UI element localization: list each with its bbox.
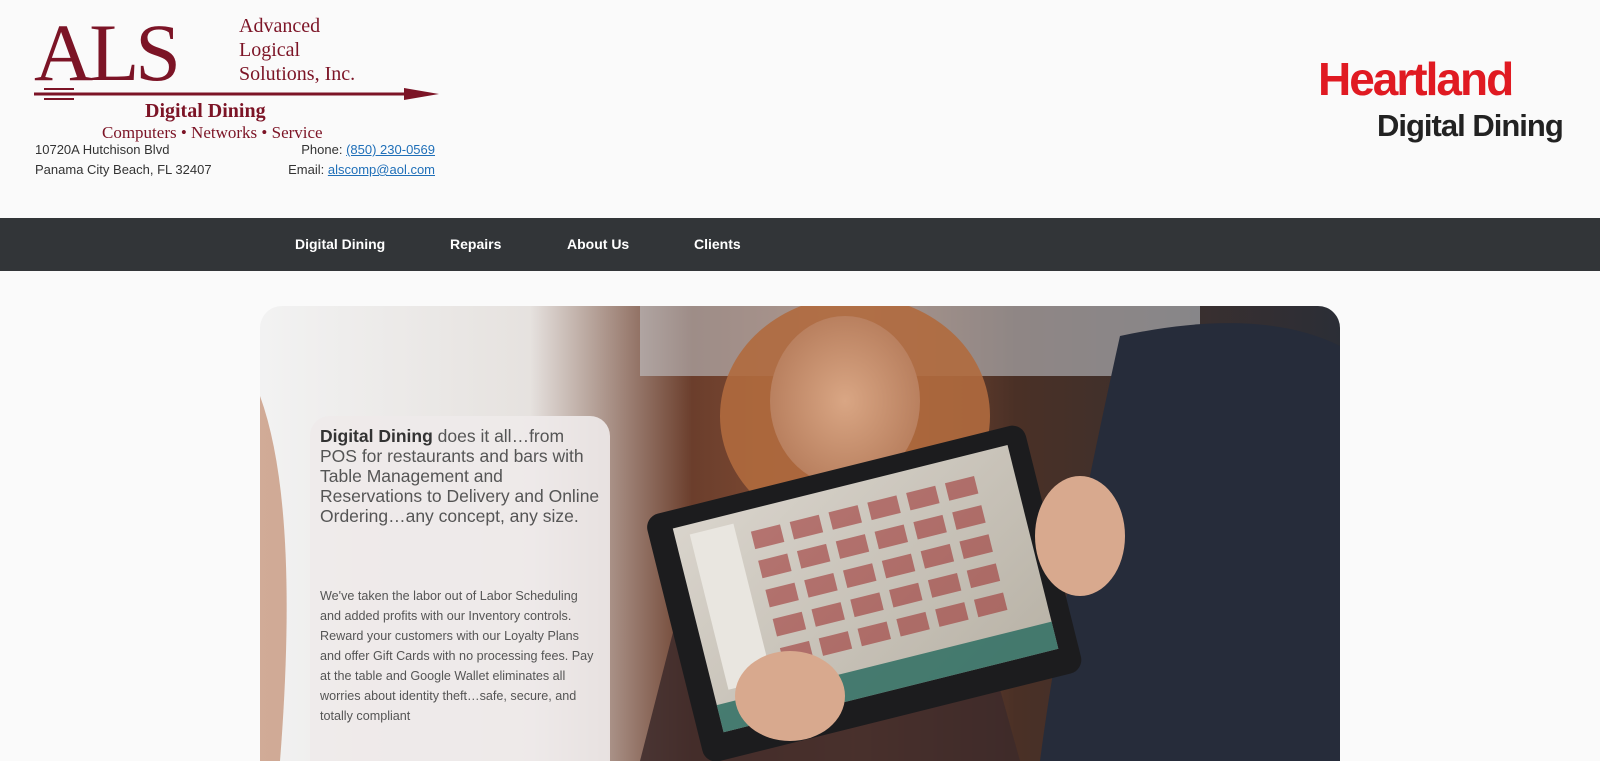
- hero-body-text: We've taken the labor out of Labor Sched…: [320, 589, 594, 723]
- als-logo[interactable]: ALS Advanced Logical Solutions, Inc. Dig…: [34, 7, 439, 142]
- address-line: 10720A Hutchison Blvd: [35, 142, 170, 157]
- als-logo-arrow: [34, 88, 439, 100]
- nav-item-digital-dining[interactable]: Digital Dining: [295, 218, 385, 271]
- hero-headline: Digital Dining does it all…from POS for …: [320, 426, 602, 526]
- email-row: Email: alscomp@aol.com: [270, 160, 435, 180]
- nav-item-about-us[interactable]: About Us: [567, 218, 629, 271]
- hero-headline-bold: Digital Dining: [320, 426, 433, 446]
- nav-item-repairs[interactable]: Repairs: [450, 218, 501, 271]
- heartland-logo-sub: Digital Dining: [1377, 108, 1564, 143]
- contact-block: Phone: (850) 230-0569 Email: alscomp@aol…: [270, 140, 435, 180]
- address-block: 10720A Hutchison Blvd Panama City Beach,…: [35, 140, 212, 180]
- heartland-logo[interactable]: Heartland Digital Dining: [1315, 53, 1575, 148]
- hero-text-card: Digital Dining does it all…from POS for …: [310, 416, 610, 761]
- als-logo-company-name: Advanced Logical Solutions, Inc.: [239, 14, 355, 86]
- als-logo-letters: ALS: [34, 7, 181, 98]
- hero-banner: Digital Dining does it all…from POS for …: [260, 306, 1340, 761]
- phone-link[interactable]: (850) 230-0569: [346, 142, 435, 157]
- als-company-line: Advanced: [239, 15, 321, 37]
- nav-item-clients[interactable]: Clients: [694, 218, 741, 271]
- address-line: Panama City Beach, FL 32407: [35, 162, 212, 177]
- als-company-line: Logical: [239, 39, 301, 61]
- main-nav: Digital Dining Repairs About Us Clients: [0, 218, 1600, 271]
- phone-label: Phone:: [301, 142, 343, 157]
- site-header: ALS Advanced Logical Solutions, Inc. Dig…: [0, 0, 1600, 218]
- als-company-line: Solutions, Inc.: [239, 63, 356, 85]
- heartland-logo-word: Heartland: [1318, 53, 1514, 105]
- email-link[interactable]: alscomp@aol.com: [328, 162, 435, 177]
- als-logo-product: Digital Dining: [145, 100, 266, 122]
- email-label: Email:: [288, 162, 325, 177]
- phone-row: Phone: (850) 230-0569: [270, 140, 435, 160]
